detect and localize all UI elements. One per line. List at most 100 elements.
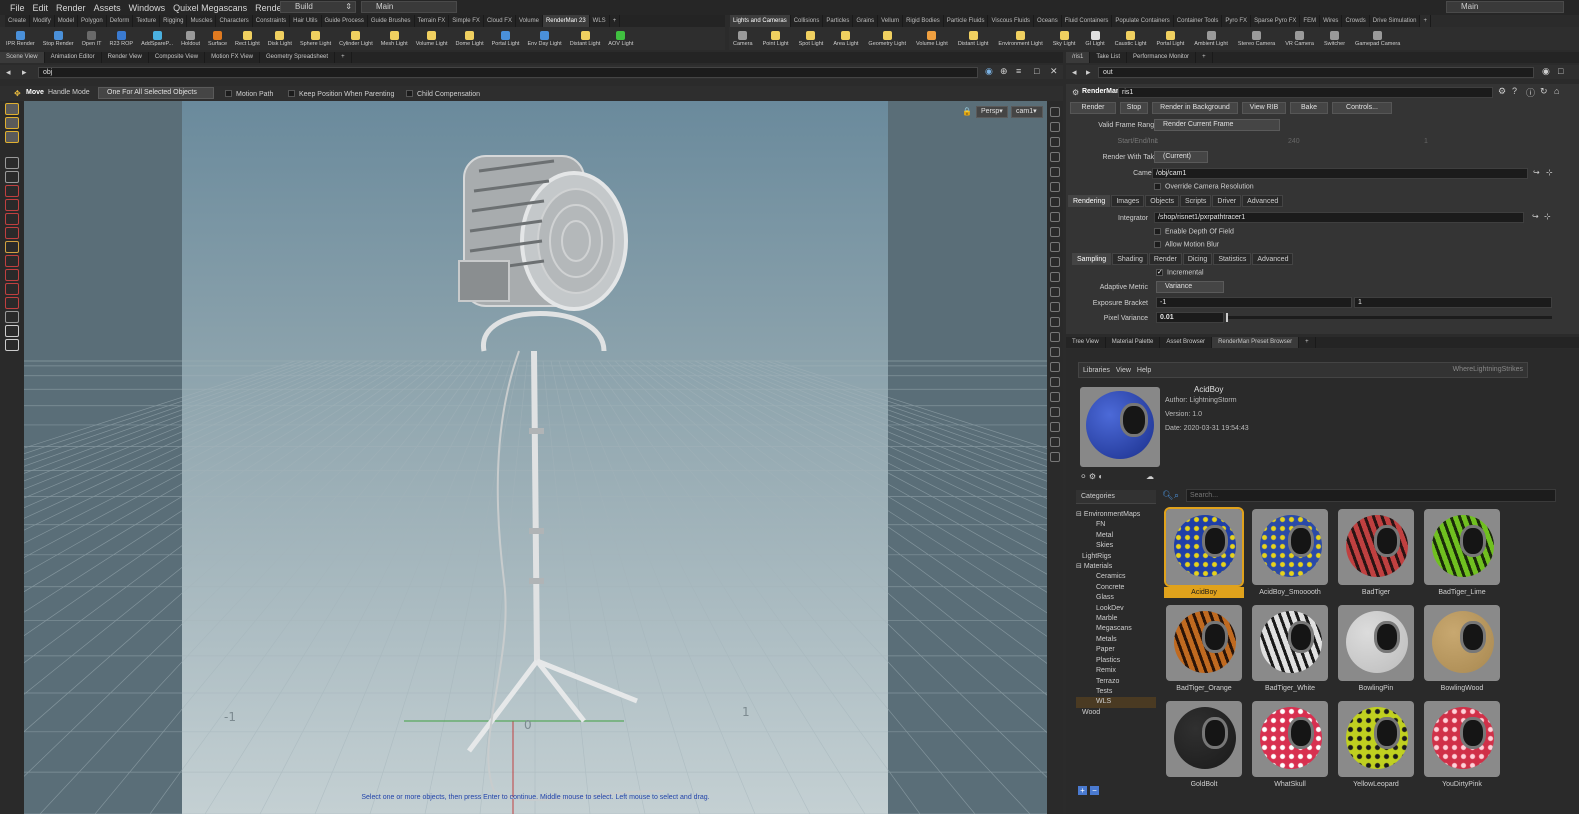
display-option-icon[interactable] <box>1050 182 1060 192</box>
add-pane-icon[interactable]: + <box>335 52 352 63</box>
pane-tab-tree-view[interactable]: Tree View <box>1066 337 1106 348</box>
display-option-icon[interactable] <box>1050 137 1060 147</box>
shelf-tab-oceans[interactable]: Oceans <box>1034 15 1062 27</box>
shelf-tab-deform[interactable]: Deform <box>107 15 134 27</box>
tool-distant-light[interactable]: Distant Light <box>570 30 600 47</box>
preview-tool-icon[interactable]: ⚪ ⚙ ◐ <box>1080 472 1103 481</box>
handle-icon[interactable] <box>5 185 19 197</box>
button-stop[interactable]: Stop <box>1120 102 1148 114</box>
tree-item-materials[interactable]: ⊟ Materials <box>1076 562 1156 572</box>
shelf-tab-particles[interactable]: Particles <box>823 15 854 27</box>
left-path-field[interactable]: obj <box>38 67 978 78</box>
menu-windows[interactable]: Windows <box>129 3 166 13</box>
tool-environment-light[interactable]: Environment Light <box>998 30 1043 47</box>
tool-env-day-light[interactable]: Env Day Light <box>527 30 562 47</box>
soft-icon[interactable] <box>5 297 19 309</box>
pointer-icon[interactable] <box>5 157 19 169</box>
param-tab-rendering[interactable]: Rendering <box>1068 195 1111 207</box>
main-right-select[interactable]: Main <box>1446 1 1564 13</box>
tool-cylinder-light[interactable]: Cylinder Light <box>339 30 373 47</box>
param-tab-images[interactable]: Images <box>1111 195 1145 207</box>
display-option-icon[interactable] <box>1050 377 1060 387</box>
menu-render[interactable]: Render <box>56 3 86 13</box>
swatch-youdirtypink[interactable]: YouDirtyPink <box>1422 699 1502 794</box>
pane-tab-composite-view[interactable]: Composite View <box>149 52 206 63</box>
motion-blur-checkbox[interactable]: Allow Motion Blur <box>1154 241 1219 248</box>
tool-point-light[interactable]: Point Light <box>763 30 789 47</box>
transform-icon[interactable] <box>5 255 19 267</box>
tool-portal-light[interactable]: Portal Light <box>492 30 519 47</box>
add-tab-icon[interactable]: + <box>610 15 621 27</box>
add-pane-icon[interactable]: + <box>1196 52 1213 63</box>
shelf-tab-cloud-fx[interactable]: Cloud FX <box>484 15 516 27</box>
pane-tab-animation-editor[interactable]: Animation Editor <box>45 52 102 63</box>
tool-rect-light[interactable]: Rect Light <box>235 30 260 47</box>
pane-tab--ris1[interactable]: /ris1 <box>1066 52 1091 63</box>
menu-assets[interactable]: Assets <box>94 3 121 13</box>
pixel-variance-slider[interactable] <box>1226 313 1552 322</box>
move-icon[interactable] <box>5 117 19 129</box>
shelf-tab-container-tools[interactable]: Container Tools <box>1174 15 1223 27</box>
display-option-icon[interactable] <box>1050 122 1060 132</box>
tool-holdout[interactable]: Holdout <box>181 30 200 47</box>
swatch-acidboy-smooooth[interactable]: AcidBoy_Smooooth <box>1250 507 1330 602</box>
close-pane-icon[interactable]: ✕ <box>1050 66 1058 77</box>
lock-icon[interactable]: 🔒 <box>962 107 972 116</box>
tool-distant-light[interactable]: Distant Light <box>958 30 988 47</box>
back-icon[interactable]: ◂ <box>1072 67 1077 78</box>
camera-field[interactable]: /obj/cam1 <box>1152 168 1528 179</box>
browser-menu-view[interactable]: View <box>1116 367 1131 374</box>
button-render[interactable]: Render <box>1070 102 1116 114</box>
shelf-tab-polygon[interactable]: Polygon <box>78 15 107 27</box>
tool-gi-light[interactable]: GI Light <box>1085 30 1105 47</box>
main-select[interactable]: Main <box>361 1 457 13</box>
collapse-icon[interactable]: ⊟ <box>1076 563 1084 570</box>
swatch-badtiger-orange[interactable]: BadTiger_Orange <box>1164 603 1244 698</box>
tool-dome-light[interactable]: Dome Light <box>456 30 484 47</box>
shelf-tab-terrain-fx[interactable]: Terrain FX <box>415 15 450 27</box>
tool-portal-light[interactable]: Portal Light <box>1156 30 1184 47</box>
pane-tab-material-palette[interactable]: Material Palette <box>1106 337 1161 348</box>
shelf-tab-rigging[interactable]: Rigging <box>160 15 188 27</box>
settings-icon[interactable] <box>5 325 19 337</box>
display-option-icon[interactable] <box>1050 332 1060 342</box>
tool-stereo-camera[interactable]: Stereo Camera <box>1238 30 1275 47</box>
display-option-icon[interactable] <box>1050 107 1060 117</box>
display-option-icon[interactable] <box>1050 392 1060 402</box>
camera-icon[interactable] <box>5 339 19 351</box>
display-option-icon[interactable] <box>1050 257 1060 267</box>
maximize-icon[interactable]: □ <box>1558 66 1563 76</box>
back-icon[interactable]: ◂ <box>6 67 11 78</box>
shelf-tab-crowds[interactable]: Crowds <box>1342 15 1370 27</box>
swatch-badtiger[interactable]: BadTiger <box>1336 507 1416 602</box>
exposure-min-field[interactable]: -1 <box>1156 297 1352 308</box>
tree-item-metals[interactable]: Metals <box>1076 635 1156 645</box>
link-icon[interactable]: ⊕ <box>1000 66 1008 77</box>
exposure-max-field[interactable]: 1 <box>1354 297 1552 308</box>
tree-item-marble[interactable]: Marble <box>1076 614 1156 624</box>
shelf-tab-volume[interactable]: Volume <box>516 15 543 27</box>
pane-tab-performance-monitor[interactable]: Performance Monitor <box>1127 52 1197 63</box>
param-subtab-advanced[interactable]: Advanced <box>1252 253 1294 265</box>
button-render-in-background[interactable]: Render in Background <box>1152 102 1238 114</box>
menu-quixel-megascans[interactable]: Quixel Megascans <box>173 3 247 13</box>
tool-caustic-light[interactable]: Caustic Light <box>1115 30 1146 47</box>
display-option-icon[interactable] <box>1050 362 1060 372</box>
jump-icon[interactable]: ↪ <box>1532 212 1539 221</box>
forward-icon[interactable]: ▸ <box>1086 67 1091 78</box>
param-tab-scripts[interactable]: Scripts <box>1180 195 1212 207</box>
maximize-icon[interactable]: □ <box>1034 66 1039 76</box>
gear-icon[interactable]: ⚙ <box>1498 86 1506 97</box>
jump-icon[interactable]: ↪ <box>1533 168 1540 177</box>
tree-item-fn[interactable]: FN <box>1076 520 1156 530</box>
pane-tab-motion-fx-view[interactable]: Motion FX View <box>205 52 261 63</box>
browser-menu-help[interactable]: Help <box>1137 367 1151 374</box>
shelf-tab-particle-fluids[interactable]: Particle Fluids <box>944 15 989 27</box>
tool-aov-light[interactable]: AOV Light <box>608 30 633 47</box>
pose-icon[interactable] <box>5 199 19 211</box>
shelf-tab-pyro-fx[interactable]: Pyro FX <box>1222 15 1252 27</box>
child-comp-checkbox[interactable]: Child Compensation <box>406 89 480 98</box>
pixel-variance-field[interactable]: 0.01 <box>1156 312 1224 323</box>
scene-viewport[interactable]: -1 0 1 🔒 Persp▾ cam1▾ Select one or more… <box>24 101 1047 814</box>
incremental-checkbox[interactable]: ✓ Incremental <box>1156 269 1204 276</box>
